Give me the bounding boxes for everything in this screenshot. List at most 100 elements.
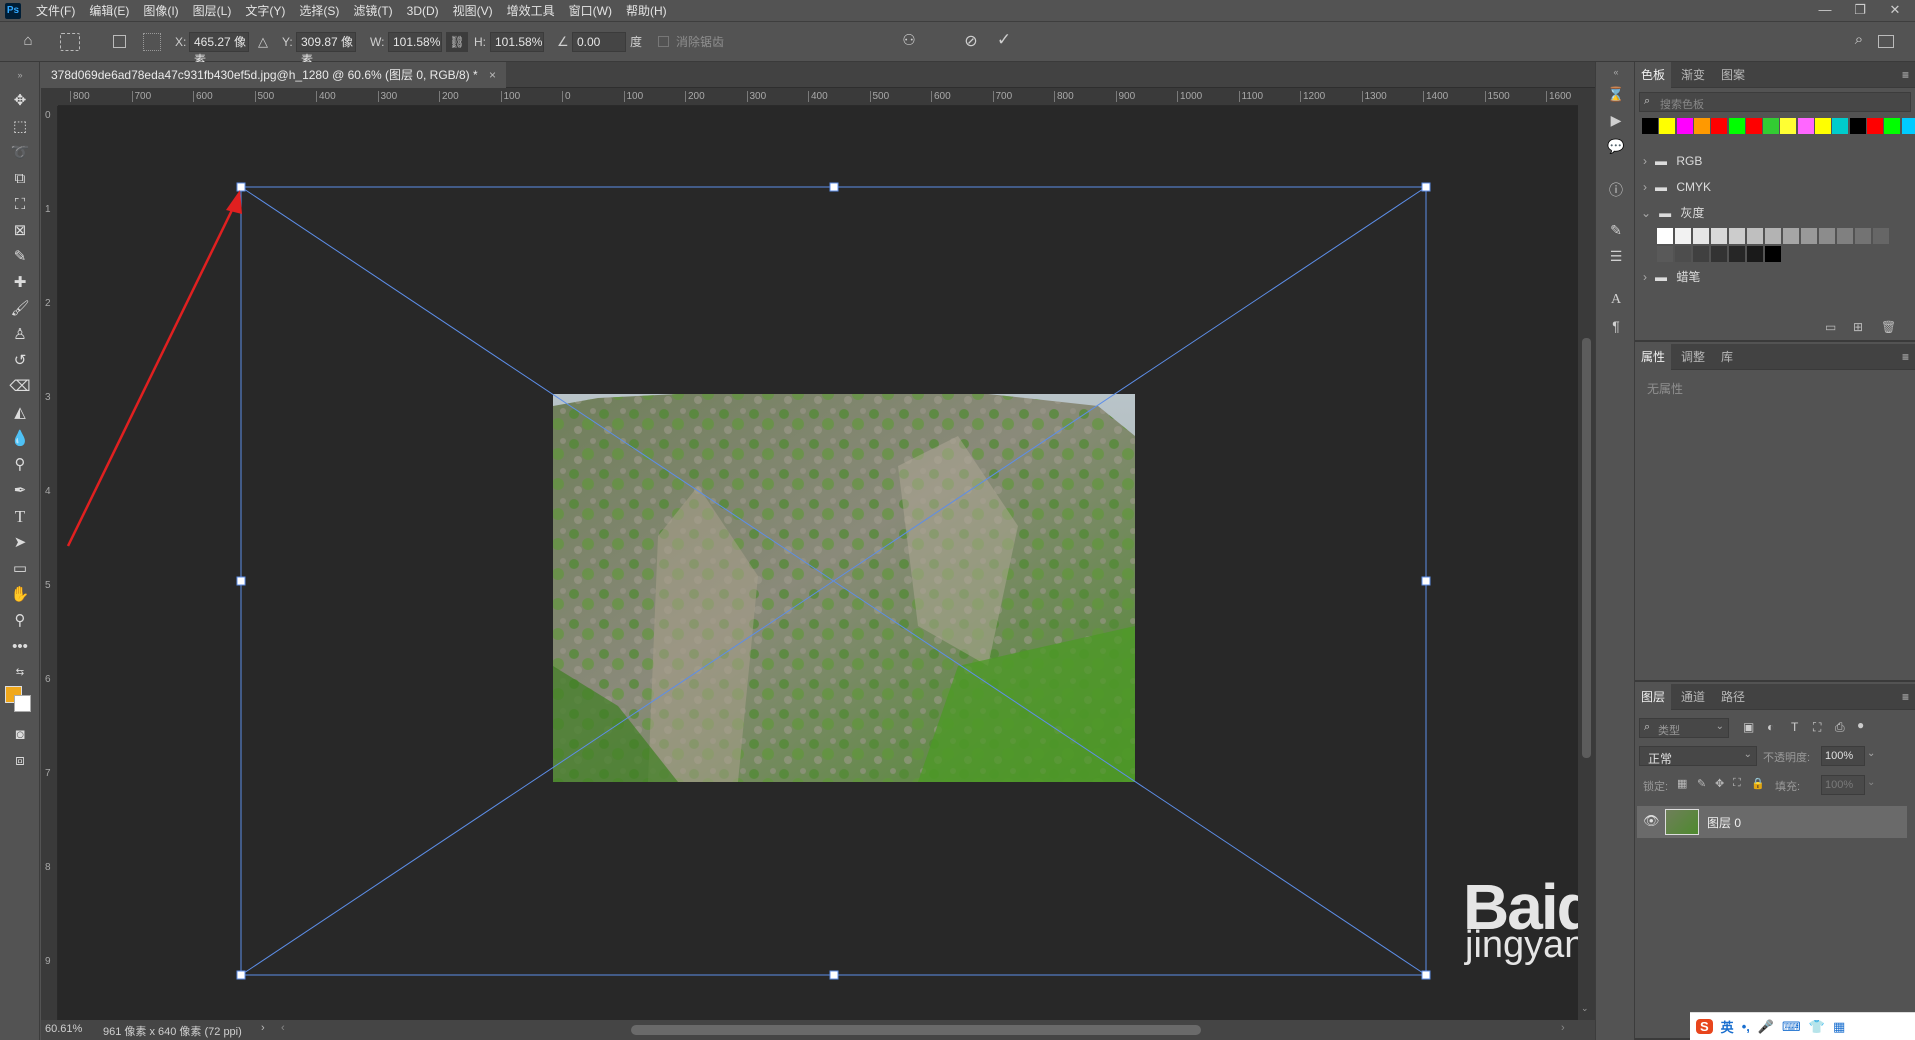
- ime-skin-icon[interactable]: 👕: [1809, 1019, 1825, 1035]
- delta-icon[interactable]: △: [258, 32, 268, 52]
- transform-handle-bottom-left[interactable]: [236, 970, 246, 980]
- transform-handle-right[interactable]: [1421, 576, 1431, 586]
- swatches-search[interactable]: ⌕ 搜索色板: [1639, 92, 1911, 112]
- antialias-checkbox[interactable]: [658, 36, 669, 47]
- color-swatch[interactable]: [1815, 118, 1831, 134]
- vertical-ruler[interactable]: 0 1 2 3 4 5 6 7 8 9: [41, 106, 58, 1020]
- workspace-icon[interactable]: [1878, 35, 1894, 48]
- height-input[interactable]: 101.58%: [490, 32, 544, 52]
- transform-handle-top-left[interactable]: [236, 182, 246, 192]
- document-info[interactable]: 961 像素 x 640 像素 (72 ppi): [103, 1023, 242, 1039]
- reference-point-checkbox[interactable]: [113, 35, 126, 48]
- marquee-tool-icon[interactable]: ⬚: [6, 116, 34, 138]
- transform-handle-bottom-right[interactable]: [1421, 970, 1431, 980]
- tab-patterns[interactable]: 图案: [1715, 62, 1751, 88]
- tab-libraries[interactable]: 库: [1715, 344, 1739, 370]
- menu-window[interactable]: 窗口(W): [562, 0, 619, 22]
- lock-position-icon[interactable]: ✥: [1715, 777, 1724, 790]
- color-swatch[interactable]: [1763, 118, 1780, 134]
- layer-name[interactable]: 图层 0: [1707, 814, 1741, 831]
- gray-swatch[interactable]: [1765, 246, 1781, 262]
- toolbar-collapse-icon[interactable]: »: [6, 64, 34, 86]
- gray-swatch[interactable]: [1855, 228, 1871, 244]
- menu-type[interactable]: 文字(Y): [238, 0, 292, 22]
- menu-select[interactable]: 选择(S): [292, 0, 346, 22]
- panel-menu-icon[interactable]: ≡: [1902, 350, 1909, 364]
- character-panel-icon[interactable]: A: [1606, 290, 1626, 310]
- transform-handle-bottom[interactable]: [829, 970, 839, 980]
- cancel-transform-icon[interactable]: ⊘: [960, 31, 982, 53]
- lasso-tool-icon[interactable]: ➰: [6, 142, 34, 164]
- sogou-logo[interactable]: S: [1696, 1019, 1713, 1034]
- commit-transform-icon[interactable]: ✓: [993, 30, 1015, 52]
- ime-language[interactable]: 英: [1721, 1017, 1734, 1036]
- ime-mic-icon[interactable]: 🎤: [1758, 1019, 1774, 1035]
- restore-button[interactable]: ❐: [1845, 0, 1875, 22]
- vertical-scrollbar[interactable]: ⌄: [1578, 88, 1595, 1020]
- zoom-tool-icon[interactable]: ⚲: [6, 610, 34, 632]
- comments-panel-icon[interactable]: 💬: [1606, 136, 1626, 156]
- ime-tools-icon[interactable]: ▦: [1833, 1019, 1845, 1035]
- transform-tool-icon[interactable]: [60, 33, 80, 51]
- strip-collapse-icon[interactable]: «: [1606, 62, 1626, 82]
- gray-swatch[interactable]: [1693, 228, 1709, 244]
- menu-edit[interactable]: 编辑(E): [82, 0, 136, 22]
- move-tool-icon[interactable]: ✥: [6, 90, 34, 112]
- ime-punct-icon[interactable]: •,: [1742, 1019, 1750, 1034]
- more-tools-icon[interactable]: •••: [6, 636, 34, 658]
- healing-brush-tool-icon[interactable]: ✚: [6, 272, 34, 294]
- tab-layers[interactable]: 图层: [1635, 684, 1672, 710]
- horizontal-scroll-thumb[interactable]: [631, 1025, 1201, 1035]
- layer-row[interactable]: 👁 图层 0: [1637, 806, 1907, 838]
- link-icon[interactable]: ⛓: [446, 32, 468, 52]
- swatch-folder-rgb[interactable]: › ▬ RGB: [1635, 148, 1905, 174]
- fill-input[interactable]: 100%: [1821, 775, 1865, 795]
- eyedropper-tool-icon[interactable]: ✎: [6, 246, 34, 268]
- background-color-swatch[interactable]: [14, 695, 31, 712]
- transform-handle-top-right[interactable]: [1421, 182, 1431, 192]
- color-swatch[interactable]: [1728, 118, 1745, 134]
- tab-paths[interactable]: 路径: [1715, 684, 1751, 710]
- brush-tool-icon[interactable]: 🖌: [6, 298, 34, 320]
- gray-swatch[interactable]: [1747, 246, 1763, 262]
- layer-filter-select[interactable]: ⌕ 类型 ⌄: [1639, 718, 1729, 738]
- type-tool-icon[interactable]: T: [6, 506, 34, 528]
- ime-keyboard-icon[interactable]: ⌨: [1782, 1019, 1801, 1035]
- menu-3d[interactable]: 3D(D): [400, 0, 446, 22]
- gray-swatch[interactable]: [1675, 228, 1691, 244]
- color-swatch[interactable]: [1901, 118, 1915, 134]
- width-input[interactable]: 101.58%: [388, 32, 442, 52]
- filter-shape-icon[interactable]: ⛶: [1813, 720, 1821, 735]
- horizontal-ruler[interactable]: 800 700 600 500 400 300 200 100 0 100 200 300 400 500…: [58, 88, 1578, 106]
- scroll-right-icon[interactable]: ›: [1561, 1022, 1565, 1034]
- scroll-left-icon[interactable]: ‹: [281, 1022, 285, 1034]
- status-expand-icon[interactable]: ›: [261, 1022, 265, 1034]
- gray-swatch[interactable]: [1711, 228, 1727, 244]
- object-select-tool-icon[interactable]: ⧉: [6, 168, 34, 190]
- paragraph-panel-icon[interactable]: ¶: [1606, 316, 1626, 336]
- color-swatch[interactable]: [1780, 118, 1797, 134]
- color-swatch[interactable]: [1659, 118, 1676, 134]
- path-selection-tool-icon[interactable]: ➤: [6, 532, 34, 554]
- gray-swatch[interactable]: [1783, 228, 1799, 244]
- scroll-down-icon[interactable]: ⌄: [1581, 1003, 1589, 1014]
- fill-dropdown-icon[interactable]: ⌄: [1867, 777, 1875, 788]
- reference-point-grid-icon[interactable]: [143, 33, 161, 51]
- gray-swatch[interactable]: [1765, 228, 1781, 244]
- transform-handle-left[interactable]: [236, 576, 246, 586]
- rectangle-tool-icon[interactable]: ▭: [6, 558, 34, 580]
- zoom-level[interactable]: 60.61%: [45, 1023, 82, 1035]
- gray-swatch[interactable]: [1801, 228, 1817, 244]
- vertical-scroll-thumb[interactable]: [1582, 338, 1591, 758]
- close-tab-icon[interactable]: ×: [489, 68, 496, 82]
- new-group-icon[interactable]: ▭: [1825, 320, 1836, 334]
- menu-file[interactable]: 文件(F): [29, 0, 82, 22]
- menu-help[interactable]: 帮助(H): [619, 0, 674, 22]
- blur-tool-icon[interactable]: 💧: [6, 428, 34, 450]
- tab-swatches[interactable]: 色板: [1635, 62, 1672, 88]
- gray-swatch[interactable]: [1657, 246, 1673, 262]
- canvas-area[interactable]: Baidu经验 jingyan.baidu.com: [58, 106, 1771, 1020]
- document-tab[interactable]: 378d069de6ad78eda47c931fb430ef5d.jpg@h_1…: [41, 62, 507, 88]
- color-swatch[interactable]: [1832, 118, 1849, 134]
- gray-swatch[interactable]: [1675, 246, 1691, 262]
